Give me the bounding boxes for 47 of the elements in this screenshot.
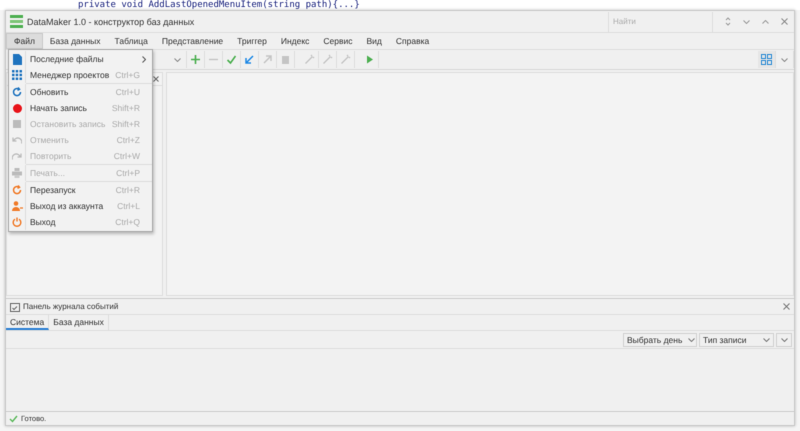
app-logo-icon (10, 15, 23, 28)
dropdown-caret-icon[interactable] (776, 332, 792, 346)
check-icon (9, 414, 18, 422)
grid-icon (12, 70, 22, 80)
stop-icon (13, 120, 21, 128)
menu-item[interactable]: Таблица (108, 33, 155, 49)
menu-item[interactable]: Триггер (230, 33, 274, 49)
code-line: private void AddLastOpenedMenuItem(string path){...} (78, 0, 360, 10)
menu-item[interactable]: Вид (360, 33, 389, 49)
menu-item[interactable]: Сервис (316, 33, 360, 49)
search-field[interactable]: Найти (608, 12, 713, 32)
menu-item[interactable]: Справка (388, 33, 436, 49)
chevron-down-icon (688, 338, 696, 342)
chevron-up-icon[interactable] (762, 20, 769, 24)
redo-icon (12, 152, 22, 160)
grid-view-icon[interactable] (758, 51, 776, 68)
menu-item[interactable]: Индекс (274, 33, 316, 49)
menu-item[interactable]: Выход из аккаунта Ctrl+L (9, 198, 152, 214)
menu-item[interactable]: Обновить Ctrl+U (9, 84, 152, 100)
restart-icon (12, 185, 22, 195)
menu-item[interactable]: Файл (6, 33, 43, 49)
menu-item[interactable]: Менеджер проектов Ctrl+G (9, 67, 152, 83)
close-icon[interactable] (153, 76, 159, 82)
menu-item[interactable]: Выход Ctrl+Q (9, 214, 152, 230)
chevron-down-icon (763, 338, 770, 342)
menu-item[interactable]: База данных (42, 33, 108, 49)
user-exit-icon (12, 201, 22, 211)
printer-icon (12, 168, 22, 178)
power-icon (12, 217, 22, 227)
panel-title: Панель журнала событий (23, 302, 120, 311)
dropdown[interactable]: Выбрать день (623, 332, 697, 346)
window-title: DataMaker 1.0 - конструктор баз данных (27, 16, 196, 26)
refresh-icon (12, 87, 22, 97)
menu-item[interactable]: Последние файлы (9, 51, 152, 67)
tab[interactable]: База данных (49, 315, 109, 330)
close-icon[interactable] (783, 303, 790, 310)
undo-icon (12, 136, 22, 144)
close-icon[interactable] (781, 18, 788, 25)
tab[interactable]: Система (6, 315, 50, 330)
document-icon (12, 54, 22, 64)
menu-item[interactable]: Представление (154, 33, 230, 49)
menu-item[interactable]: Начать запись Shift+R (9, 100, 152, 116)
sort-icon[interactable] (725, 17, 731, 26)
record-icon (12, 104, 22, 112)
menu-item[interactable]: Перезапуск Ctrl+R (9, 182, 152, 198)
chevron-down-icon[interactable] (743, 20, 750, 24)
dropdown[interactable]: Тип записи (699, 332, 774, 346)
